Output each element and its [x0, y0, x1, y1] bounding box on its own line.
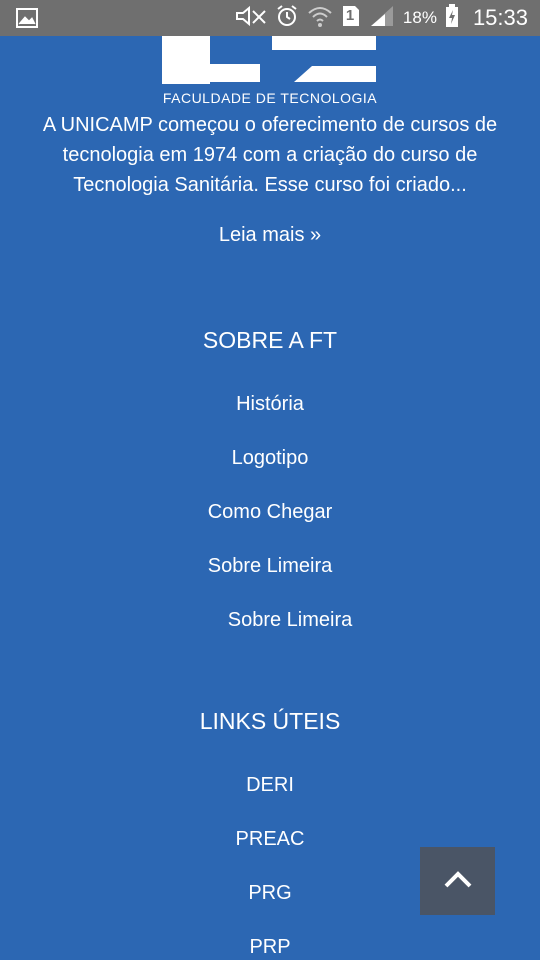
link-sobre-limeira-2[interactable]: Sobre Limeira	[20, 609, 540, 632]
link-como-chegar[interactable]: Como Chegar	[0, 501, 540, 524]
sim-slot-label: 1	[345, 6, 355, 24]
back-to-top-button[interactable]	[420, 847, 495, 915]
status-bar: 1 18% 15:33	[0, 0, 540, 36]
ft-logo: FACULDADE DE TECNOLOGIA	[162, 36, 378, 108]
clock: 15:33	[472, 5, 528, 30]
image-icon	[16, 8, 38, 33]
read-more-link[interactable]: Leia mais »	[0, 224, 540, 247]
chevron-up-icon	[443, 869, 473, 894]
battery-percent: 18%	[402, 8, 437, 27]
intro-paragraph: A UNICAMP começou o oferecimento de curs…	[42, 114, 498, 196]
sim-icon: 1	[341, 4, 361, 33]
logo-text: FACULDADE DE TECNOLOGIA	[162, 90, 378, 106]
mute-icon	[235, 5, 267, 32]
alarm-icon	[275, 4, 299, 33]
link-deri[interactable]: DERI	[0, 774, 540, 797]
link-sobre-limeira[interactable]: Sobre Limeira	[0, 555, 540, 578]
section-title-about: SOBRE A FT	[202, 327, 338, 353]
link-prp[interactable]: PRP	[0, 936, 540, 959]
section-title-links: LINKS ÚTEIS	[199, 708, 341, 734]
ft-logo-mark	[162, 36, 376, 84]
link-historia[interactable]: História	[0, 393, 540, 416]
link-logotipo[interactable]: Logotipo	[0, 447, 540, 470]
signal-icon	[369, 4, 395, 33]
battery-charging-icon	[445, 3, 459, 33]
wifi-icon	[307, 4, 333, 33]
